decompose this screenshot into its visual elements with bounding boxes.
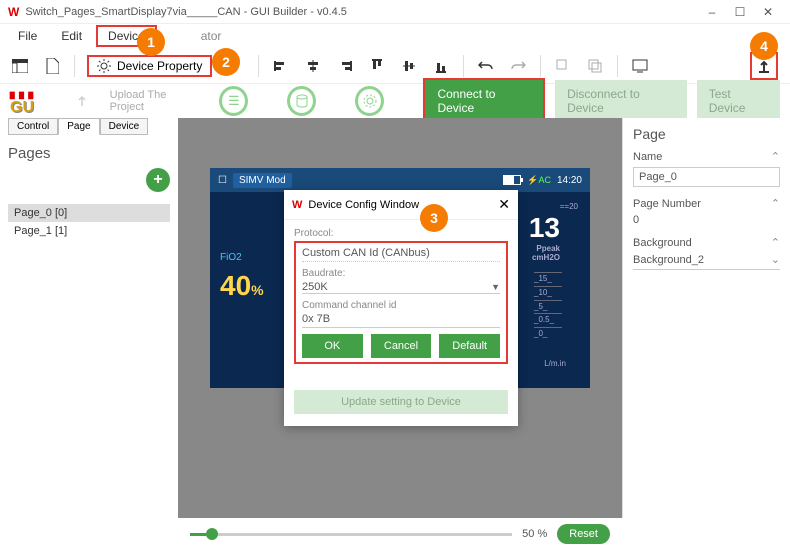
dialog-close-button[interactable]: ✕ <box>498 196 510 213</box>
name-input[interactable] <box>633 167 780 187</box>
menu-simulator[interactable]: ator <box>191 26 232 46</box>
tab-control[interactable]: Control <box>8 118 58 135</box>
align-top-icon[interactable] <box>367 56 387 76</box>
list-circle-icon[interactable]: ☰ <box>219 86 248 116</box>
undo-icon[interactable] <box>476 56 496 76</box>
equals-label: ==20 <box>560 202 578 211</box>
annotation-badge-3: 3 <box>420 204 448 232</box>
toolbar: Device Property <box>0 48 790 84</box>
upload-project-icon[interactable] <box>73 91 92 111</box>
close-button[interactable]: ✕ <box>754 2 782 22</box>
page-list-item-1[interactable]: Page_1 [1] <box>8 222 170 240</box>
test-device-button: Test Device <box>697 80 780 122</box>
align-middle-v-icon[interactable] <box>399 56 419 76</box>
baudrate-select[interactable]: 250K▼ <box>302 281 500 294</box>
unit-label: L/m.in <box>544 359 566 368</box>
menu-edit[interactable]: Edit <box>51 26 92 46</box>
slider-thumb[interactable] <box>206 528 218 540</box>
dialog-title: Device Config Window <box>308 199 419 211</box>
pages-heading: Pages <box>8 145 51 162</box>
menu-file[interactable]: File <box>8 26 47 46</box>
disconnect-device-button: Disconnect to Device <box>555 80 687 122</box>
redo-icon[interactable] <box>508 56 528 76</box>
chevron-up-icon[interactable]: ⌃ <box>771 197 780 210</box>
protocol-label: Protocol: <box>294 228 508 239</box>
app-icon: W <box>292 199 302 211</box>
fio2-label: FiO2 <box>220 252 242 263</box>
bg-value[interactable]: Background_2 <box>633 254 704 266</box>
properties-panel: Page Name ⌃ Page Number ⌃ 0 Background ⌃ Ba… <box>622 118 790 518</box>
value-13: 13PpeakcmH2O <box>529 212 560 262</box>
device-property-button[interactable]: Device Property <box>87 55 212 77</box>
update-device-button: Update setting to Device <box>294 390 508 414</box>
left-panel: Control Page Device Pages + Page_0 [0] P… <box>0 118 178 518</box>
reset-zoom-button[interactable]: Reset <box>557 524 610 544</box>
align-right-icon[interactable] <box>335 56 355 76</box>
device-config-dialog: W Device Config Window ✕ Protocol: Custo… <box>284 190 518 426</box>
header-actions: ▖▖▖ GU Upload The Project ☰ Connect to D… <box>0 84 790 118</box>
chevron-up-icon[interactable]: ⌃ <box>771 150 780 163</box>
chevron-down-icon[interactable]: ⌄ <box>771 253 780 266</box>
scale: _15__10__5__0.5__0_ <box>534 272 562 341</box>
app-icon: W <box>8 5 19 19</box>
align-left-icon[interactable] <box>271 56 291 76</box>
device-property-label: Device Property <box>117 59 202 73</box>
cmdid-label: Command channel id <box>302 300 500 311</box>
upload-project-label: Upload The Project <box>110 89 200 113</box>
panel-heading: Page <box>633 126 780 142</box>
monitor-icon[interactable] <box>630 56 650 76</box>
maximize-button[interactable]: ☐ <box>726 2 754 22</box>
left-tabs: Control Page Device <box>8 118 170 135</box>
align-bottom-icon[interactable] <box>431 56 451 76</box>
screen-back-icon: ☐ <box>218 175 227 186</box>
tab-page[interactable]: Page <box>58 118 99 135</box>
menubar: File Edit Device ator <box>0 24 790 48</box>
default-button[interactable]: Default <box>439 334 500 358</box>
chevron-down-icon: ▼ <box>491 282 500 292</box>
time-label: 14:20 <box>557 175 582 186</box>
titlebar: W Switch_Pages_SmartDisplay7via_____CAN … <box>0 0 790 24</box>
tab-device[interactable]: Device <box>100 118 149 135</box>
add-page-button[interactable]: + <box>146 168 170 192</box>
align-center-h-icon[interactable] <box>303 56 323 76</box>
new-icon[interactable] <box>42 56 62 76</box>
simv-label: SIMV Mod <box>233 173 292 188</box>
pagenum-label: Page Number <box>633 198 701 210</box>
layout-icon[interactable] <box>10 56 30 76</box>
copy-icon[interactable] <box>553 56 573 76</box>
value-40: 40% <box>220 270 264 302</box>
settings-circle-icon[interactable] <box>355 86 384 116</box>
paste-icon[interactable] <box>585 56 605 76</box>
gear-icon <box>97 59 111 73</box>
zoom-slider-row: 50 % Reset <box>190 524 610 544</box>
cmdid-value[interactable]: 0x 7B <box>302 313 500 328</box>
zoom-value: 50 % <box>522 528 547 540</box>
annotation-badge-4: 4 <box>750 32 778 60</box>
bg-label: Background <box>633 237 692 249</box>
logo: ▖▖▖ GU <box>10 85 63 117</box>
cancel-button[interactable]: Cancel <box>371 334 432 358</box>
baudrate-label: Baudrate: <box>302 268 500 279</box>
chevron-up-icon[interactable]: ⌃ <box>771 236 780 249</box>
protocol-value[interactable]: Custom CAN Id (CANbus) <box>302 247 500 262</box>
annotation-badge-1: 1 <box>137 28 165 56</box>
page-list-item-0[interactable]: Page_0 [0] <box>8 204 170 222</box>
window-title: Switch_Pages_SmartDisplay7via_____CAN - … <box>25 6 698 18</box>
minimize-button[interactable]: – <box>698 2 726 22</box>
pagenum-value: 0 <box>633 214 780 226</box>
ac-label: ⚡AC <box>527 175 551 186</box>
battery-icon <box>503 175 521 185</box>
ok-button[interactable]: OK <box>302 334 363 358</box>
annotation-badge-2: 2 <box>212 48 240 76</box>
zoom-slider[interactable] <box>190 533 512 536</box>
db-circle-icon[interactable] <box>287 86 316 116</box>
name-label: Name <box>633 151 662 163</box>
